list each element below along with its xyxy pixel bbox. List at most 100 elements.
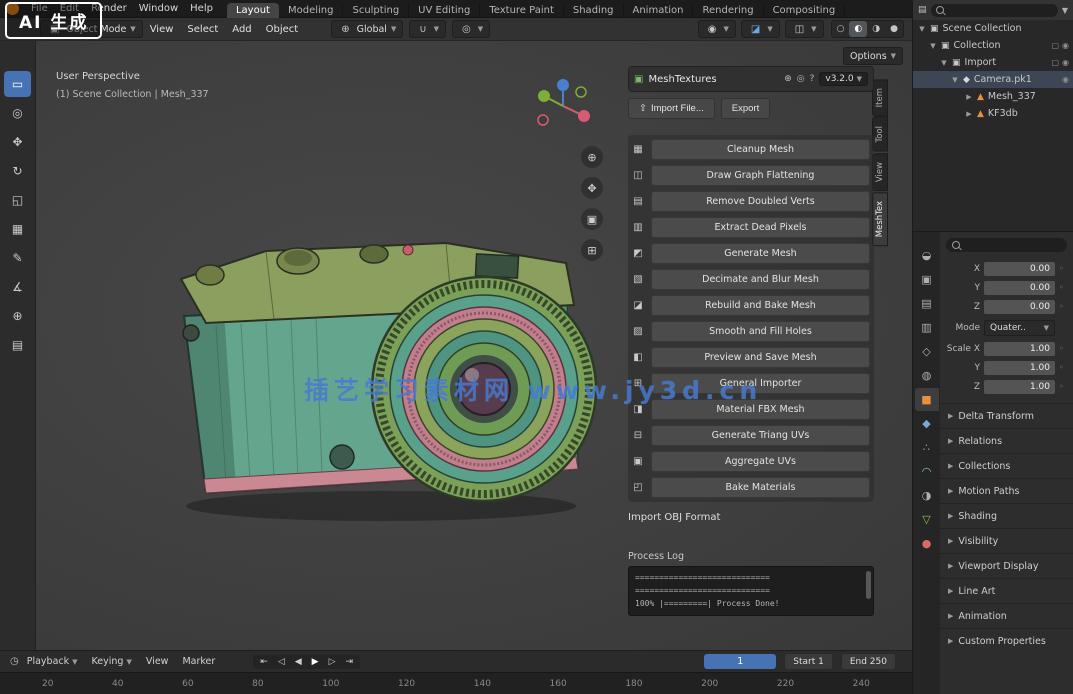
properties-section-header[interactable]: ▶ Relations: [940, 428, 1073, 453]
properties-section-header[interactable]: ▶ Collections: [940, 453, 1073, 478]
marker-menu[interactable]: Marker: [176, 656, 221, 667]
properties-search-input[interactable]: [946, 238, 1067, 252]
addon-operator-button[interactable]: Smooth and Fill Holes: [651, 321, 870, 342]
scene-tab[interactable]: ◇: [915, 340, 939, 363]
workspace-tab-sculpting[interactable]: Sculpting: [343, 3, 409, 18]
transform-tool-button[interactable]: ▦: [4, 216, 31, 242]
lock-icon[interactable]: ◦: [1059, 363, 1067, 372]
snap-toggle[interactable]: ∪ ▼: [409, 20, 446, 38]
sidebar-tab-tool[interactable]: Tool: [872, 117, 888, 152]
eye-icon[interactable]: ◉: [1062, 75, 1069, 84]
workspace-tab-compositing[interactable]: Compositing: [764, 3, 846, 18]
filter-icon[interactable]: ▼: [1062, 6, 1068, 15]
jump-to-start-button[interactable]: ⇤: [256, 656, 272, 668]
view-layer-tab[interactable]: ▥: [915, 316, 939, 339]
extra-tool-button[interactable]: ▤: [4, 332, 31, 358]
view-menu[interactable]: View: [140, 656, 175, 667]
workspace-tab-texture-paint[interactable]: Texture Paint: [480, 3, 564, 18]
toggle-orthographic-button[interactable]: ⊞: [581, 239, 603, 261]
checkbox-icon[interactable]: ▢: [1051, 41, 1059, 50]
frame-start-field[interactable]: Start 1: [784, 653, 833, 670]
properties-section-header[interactable]: ▶ Delta Transform: [940, 403, 1073, 428]
lock-icon[interactable]: ◦: [1059, 302, 1067, 311]
solid-shading-button[interactable]: ◐: [849, 21, 867, 37]
export-button[interactable]: Export: [721, 98, 770, 119]
options-dropdown[interactable]: Options ▼: [843, 47, 903, 65]
eye-icon[interactable]: ◉: [1062, 41, 1069, 50]
playback-menu[interactable]: Playback ▼: [21, 656, 84, 667]
gizmo-z-axis[interactable]: [557, 79, 569, 91]
gizmo-y-axis[interactable]: [538, 90, 550, 102]
checkbox-icon[interactable]: ▢: [1051, 58, 1059, 67]
properties-section-header[interactable]: ▶ Custom Properties: [940, 628, 1073, 653]
camera-3d-model[interactable]: [146, 201, 606, 531]
properties-section-header[interactable]: ▶ Motion Paths: [940, 478, 1073, 503]
log-scrollbar[interactable]: [866, 571, 871, 599]
settings-icon[interactable]: ◎: [797, 74, 805, 84]
proportional-edit-toggle[interactable]: ◎ ▼: [452, 20, 490, 38]
menu-window[interactable]: Window: [133, 3, 184, 14]
outliner-editor-icon[interactable]: ▤: [918, 5, 927, 15]
location-y-field[interactable]: 0.00: [984, 281, 1055, 295]
addon-operator-button[interactable]: Extract Dead Pixels: [651, 217, 870, 238]
gizmo-y-axis-negative[interactable]: [576, 87, 586, 97]
annotate-tool-button[interactable]: ✎: [4, 245, 31, 271]
process-log-box[interactable]: ========================================…: [628, 566, 874, 616]
previous-keyframe-button[interactable]: ◁: [274, 656, 289, 668]
addon-operator-button[interactable]: Rebuild and Bake Mesh: [651, 295, 870, 316]
play-reverse-button[interactable]: ◀: [291, 656, 306, 668]
overlays-dropdown[interactable]: ◫ ▼: [785, 20, 824, 38]
menu-select[interactable]: Select: [180, 24, 225, 35]
addon-operator-button[interactable]: Bake Materials: [651, 477, 870, 498]
scale-y-field[interactable]: 1.00: [984, 361, 1055, 375]
addon-operator-button[interactable]: Generate Mesh: [651, 243, 870, 264]
viewport-3d[interactable]: User Perspective (1) Scene Collection | …: [36, 41, 912, 650]
eye-icon[interactable]: ◉: [1062, 58, 1069, 67]
sidebar-tab-view[interactable]: View: [872, 153, 888, 191]
workspace-tab-rendering[interactable]: Rendering: [693, 3, 763, 18]
camera-view-button[interactable]: ▣: [581, 208, 603, 230]
material-shading-button[interactable]: ◑: [867, 21, 885, 37]
outliner-row-import[interactable]: ▼ ▣ Import ▢◉: [913, 54, 1073, 71]
object-data-tab[interactable]: ▽: [915, 508, 939, 531]
location-z-field[interactable]: 0.00: [984, 300, 1055, 314]
gizmo-x-axis-negative[interactable]: [538, 115, 548, 125]
import-file-button[interactable]: ⇧ Import File...: [628, 98, 715, 119]
transform-orientation-dropdown[interactable]: ⊕ Global ▼: [331, 20, 403, 38]
sidebar-tab-meshtex[interactable]: MeshTex: [872, 192, 888, 246]
gizmo-x-axis[interactable]: [578, 110, 590, 122]
object-tab[interactable]: ■: [915, 388, 939, 411]
keying-menu[interactable]: Keying ▼: [86, 656, 138, 667]
menu-help[interactable]: Help: [184, 3, 219, 14]
menu-add[interactable]: Add: [225, 24, 258, 35]
scale-z-field[interactable]: 1.00: [984, 380, 1055, 394]
addon-operator-button[interactable]: Cleanup Mesh: [651, 139, 870, 160]
move-tool-button[interactable]: ✥: [4, 129, 31, 155]
rotate-tool-button[interactable]: ↻: [4, 158, 31, 184]
visibility-dropdown[interactable]: ◉ ▼: [698, 20, 736, 38]
menu-view[interactable]: View: [143, 24, 181, 35]
workspace-tab-uv-editing[interactable]: UV Editing: [409, 3, 480, 18]
workspace-tab-animation[interactable]: Animation: [624, 3, 694, 18]
render-tab[interactable]: ▣: [915, 268, 939, 291]
properties-section-header[interactable]: ▶ Shading: [940, 503, 1073, 528]
outliner-row-collection[interactable]: ▼ ▣ Collection ▢◉: [913, 37, 1073, 54]
scale-x-field[interactable]: 1.00: [984, 342, 1055, 356]
play-button[interactable]: ▶: [308, 656, 323, 668]
workspace-tab-shading[interactable]: Shading: [564, 3, 624, 18]
wireframe-shading-button[interactable]: ○: [832, 21, 850, 37]
addon-operator-button[interactable]: Decimate and Blur Mesh: [651, 269, 870, 290]
constraints-tab[interactable]: ◑: [915, 484, 939, 507]
workspace-tab-modeling[interactable]: Modeling: [279, 3, 344, 18]
help-icon[interactable]: ?: [810, 74, 815, 84]
cursor-tool-button[interactable]: ◎: [4, 100, 31, 126]
rendered-shading-button[interactable]: ●: [885, 21, 903, 37]
frame-end-field[interactable]: End 250: [841, 653, 896, 670]
rotation-mode-dropdown[interactable]: Quater.. ▼: [984, 320, 1055, 336]
lock-icon[interactable]: ◦: [1059, 264, 1067, 273]
timeline-ruler[interactable]: 20406080100120140160180200220240: [0, 672, 912, 694]
physics-tab[interactable]: ◠: [915, 460, 939, 483]
lock-icon[interactable]: ◦: [1059, 283, 1067, 292]
jump-to-end-button[interactable]: ⇥: [342, 656, 358, 668]
addon-operator-button[interactable]: Aggregate UVs: [651, 451, 870, 472]
